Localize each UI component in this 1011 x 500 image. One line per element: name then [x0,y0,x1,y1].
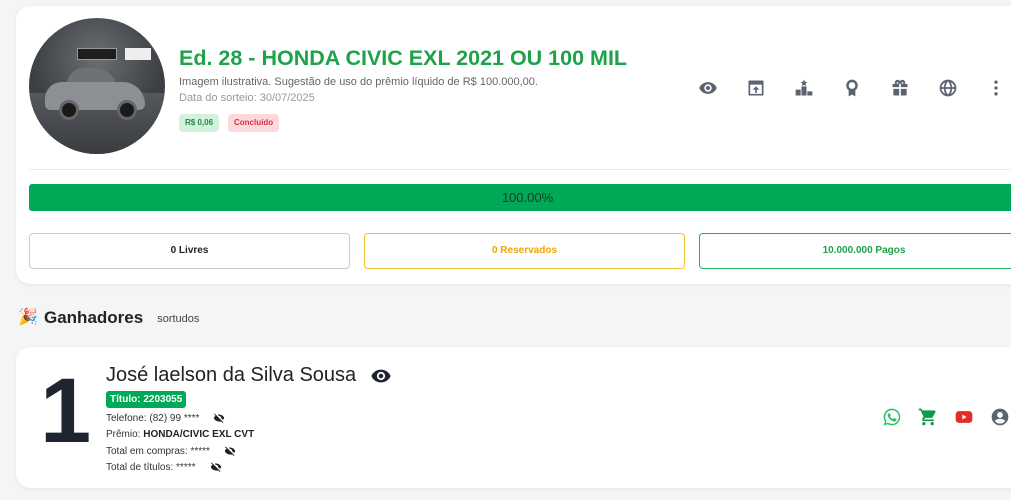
section-title: Ganhadores [44,308,144,327]
cart-icon[interactable] [918,407,938,427]
winner-name-row: José laelson da Silva Sousa [106,364,392,387]
user-icon[interactable] [990,407,1010,427]
progress-bar: 100.00% [29,184,1011,211]
whatsapp-icon[interactable] [882,407,902,427]
eye-icon[interactable] [370,365,392,387]
ticket-badge: Título: 2203055 [106,391,187,408]
eye-off-icon[interactable] [210,461,222,473]
draw-date: Data do sorteio: 30/07/2025 [179,92,315,104]
phone-text: Telefone: (82) 99 **** [106,412,200,424]
stat-free[interactable]: 0 Livres [29,233,350,269]
gift-icon[interactable] [888,76,912,100]
share-icon[interactable] [744,76,768,100]
podium-icon[interactable] [792,76,816,100]
award-icon[interactable] [840,76,864,100]
total-purchases-text: Total em compras: ***** [106,445,210,457]
party-popper-icon: 🎉 [18,309,38,326]
prize-value: HONDA/CIVIC EXL CVT [143,429,255,440]
raffle-card: Ed. 28 - HONDA CIVIC EXL 2021 OU 100 MIL… [16,6,1011,284]
divider [29,169,1011,170]
winner-name: José laelson da Silva Sousa [106,364,357,386]
raffle-image [29,18,165,154]
stat-paid[interactable]: 10.000.000 Pagos [699,233,1011,269]
winner-prize: Prêmio: HONDA/CIVIC EXL CVT [106,429,254,440]
raffle-title: Ed. 28 - HONDA CIVIC EXL 2021 OU 100 MIL [179,46,628,70]
eye-off-icon[interactable] [213,412,225,424]
status-badge: Concluído [228,114,280,132]
raffle-subtitle: Imagem ilustrativa. Sugestão de uso do p… [179,76,538,88]
winner-phone: Telefone: (82) 99 **** [106,412,225,424]
total-tickets-text: Total de títulos: ***** [106,461,196,473]
winner-total-purchases: Total em compras: ***** [106,445,236,457]
stat-reserved[interactable]: 0 Reservados [364,233,685,269]
winner-total-tickets: Total de títulos: ***** [106,461,222,473]
price-badge: R$ 0,06 [179,114,220,132]
winner-card: 1 José laelson da Silva Sousa Título: 22… [16,347,1011,488]
section-subtitle: sortudos [157,313,200,325]
raffle-toolbar [696,76,1011,100]
youtube-icon[interactable] [954,407,974,427]
eye-off-icon[interactable] [224,445,236,457]
more-vertical-icon[interactable] [984,76,1008,100]
winners-section-header: 🎉 Ganhadores sortudos [18,308,199,328]
winner-rank: 1 [40,360,92,462]
prize-label: Prêmio: [106,429,141,440]
eye-icon[interactable] [696,76,720,100]
ball-icon[interactable] [936,76,960,100]
progress-label: 100.00% [501,190,554,205]
winner-actions [882,407,1011,427]
